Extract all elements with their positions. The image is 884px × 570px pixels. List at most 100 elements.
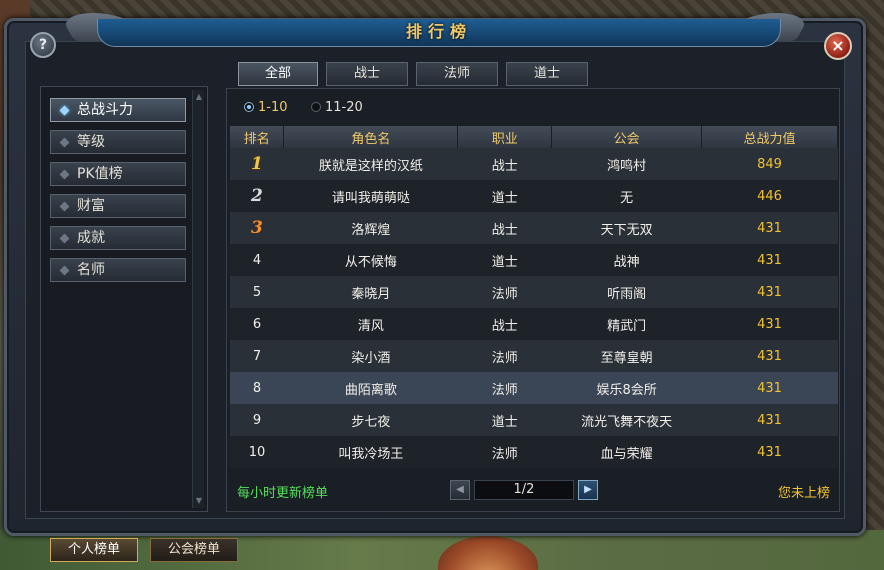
cell-job: 战士: [457, 308, 552, 340]
rank-3-badge-icon: 3: [251, 218, 263, 238]
cell-guild: 战神: [551, 244, 702, 276]
scroll-up-icon[interactable]: ▲: [194, 92, 204, 102]
cell-job: 道士: [457, 180, 552, 212]
table-header: 排名 角色名 职业 公会 总战力值: [230, 126, 838, 148]
category-wealth[interactable]: 财富: [50, 194, 186, 218]
category-master[interactable]: 名师: [50, 258, 186, 282]
cell-job: 战士: [457, 148, 552, 180]
ranking-table: 排名 角色名 职业 公会 总战力值 1 朕就是这样的汉纸 战士 鸿鸣村 8 4 9 …: [230, 126, 838, 468]
scroll-down-icon[interactable]: ▼: [194, 496, 204, 506]
table-row[interactable]: 3 洛辉煌 战士 天下无双 431: [230, 212, 838, 244]
cell-rank: 9: [230, 404, 284, 436]
header-name: 角色名: [283, 126, 459, 148]
tab-taoist[interactable]: 道士: [506, 62, 588, 86]
category-label: 总战斗力: [77, 102, 133, 118]
table-row[interactable]: 10 叫我冷场王 法师 血与荣耀 431: [230, 436, 838, 468]
header-rank: 排名: [230, 126, 285, 148]
table-row[interactable]: 9 步七夜 道士 流光飞舞不夜天 431: [230, 404, 838, 436]
range-label: 1-10: [258, 100, 288, 115]
cell-rank: 8: [230, 372, 284, 404]
table-row[interactable]: 4 从不候悔 道士 战神 431: [230, 244, 838, 276]
category-label: PK值榜: [77, 166, 123, 182]
category-label: 财富: [77, 198, 105, 214]
cell-job: 法师: [457, 340, 552, 372]
table-row[interactable]: 1 朕就是这样的汉纸 战士 鸿鸣村 849: [230, 148, 838, 180]
window-title: 排行榜: [97, 19, 781, 47]
cell-power: 431: [701, 404, 838, 436]
cell-name: 曲陌离歌: [283, 372, 458, 404]
cell-guild: 天下无双: [551, 212, 702, 244]
radio-selected-icon: [244, 102, 254, 112]
cell-name: 染小酒: [283, 340, 458, 372]
cell-rank: 5: [230, 276, 284, 308]
category-level[interactable]: 等级: [50, 130, 186, 154]
tab-personal-ranking[interactable]: 个人榜单: [50, 538, 138, 562]
diamond-icon: [59, 233, 70, 244]
page-indicator: 1/2: [474, 480, 574, 500]
cell-job: 战士: [457, 212, 552, 244]
cell-job: 道士: [457, 244, 552, 276]
table-row[interactable]: 7 染小酒 法师 至尊皇朝 431: [230, 340, 838, 372]
arrow-left-icon: ◀: [456, 484, 464, 495]
cell-power: 431: [701, 340, 838, 372]
cell-guild: 娱乐8会所: [551, 372, 702, 404]
cell-name: 步七夜: [283, 404, 458, 436]
table-row[interactable]: 8 曲陌离歌 法师 娱乐8会所 431: [230, 372, 838, 404]
cell-power: 431: [701, 212, 838, 244]
tab-warrior[interactable]: 战士: [326, 62, 408, 86]
cell-power: 431: [701, 436, 838, 468]
category-label: 名师: [77, 262, 105, 278]
tab-guild-ranking[interactable]: 公会榜单: [150, 538, 238, 562]
cell-guild: 听雨阁: [551, 276, 702, 308]
cell-name: 请叫我萌萌哒: [283, 180, 458, 212]
diamond-icon: [59, 137, 70, 148]
category-total-power[interactable]: 总战斗力: [50, 98, 186, 122]
range-11-20-radio[interactable]: 11-20: [311, 100, 363, 116]
header-job: 职业: [457, 126, 553, 148]
my-rank-status: 您未上榜: [778, 486, 831, 501]
category-label: 成就: [77, 230, 105, 246]
cell-name: 叫我冷场王: [283, 436, 458, 468]
table-row[interactable]: 5 秦晓月 法师 听雨阁 431: [230, 276, 838, 308]
cell-job: 法师: [457, 372, 552, 404]
table-row[interactable]: 6 清风 战士 精武门 431: [230, 308, 838, 340]
diamond-icon: [59, 169, 70, 180]
diamond-icon: [59, 201, 70, 212]
cell-power: 446: [701, 180, 838, 212]
table-row[interactable]: 2 请叫我萌萌哒 道士 无 446: [230, 180, 838, 212]
cell-guild: 鸿鸣村: [551, 148, 702, 180]
cell-rank: 10: [230, 436, 284, 468]
prev-page-button[interactable]: ◀: [450, 480, 470, 500]
cell-guild: 血与荣耀: [551, 436, 702, 468]
rank-2-badge-icon: 2: [251, 186, 263, 206]
cell-power: 431: [701, 308, 838, 340]
cell-name: 朕就是这样的汉纸: [283, 148, 458, 180]
header-guild: 公会: [551, 126, 703, 148]
category-pk[interactable]: PK值榜: [50, 162, 186, 186]
tab-all[interactable]: 全部: [238, 62, 318, 86]
tab-mage[interactable]: 法师: [416, 62, 498, 86]
cell-rank: 6: [230, 308, 284, 340]
radio-icon: [311, 102, 321, 112]
category-achievement[interactable]: 成就: [50, 226, 186, 250]
cell-job: 道士: [457, 404, 552, 436]
cell-power: 431: [701, 244, 838, 276]
help-button[interactable]: ?: [30, 32, 56, 58]
header-power: 总战力值: [701, 126, 838, 148]
range-label: 11-20: [325, 100, 363, 115]
range-1-10-radio[interactable]: 1-10: [244, 100, 288, 116]
cell-name: 秦晓月: [283, 276, 458, 308]
cell-guild: 至尊皇朝: [551, 340, 702, 372]
cell-rank: 7: [230, 340, 284, 372]
rank-1-badge-icon: 1: [251, 154, 263, 174]
cell-name: 清风: [283, 308, 458, 340]
close-button[interactable]: ×: [824, 32, 852, 60]
category-scrollbar[interactable]: ▲ ▼: [192, 90, 204, 508]
cell-job: 法师: [457, 276, 552, 308]
cell-guild: 精武门: [551, 308, 702, 340]
diamond-icon: [59, 105, 70, 116]
next-page-button[interactable]: ▶: [578, 480, 598, 500]
cell-power: 431: [701, 372, 838, 404]
arrow-right-icon: ▶: [584, 484, 592, 495]
cell-guild: 流光飞舞不夜天: [551, 404, 702, 436]
